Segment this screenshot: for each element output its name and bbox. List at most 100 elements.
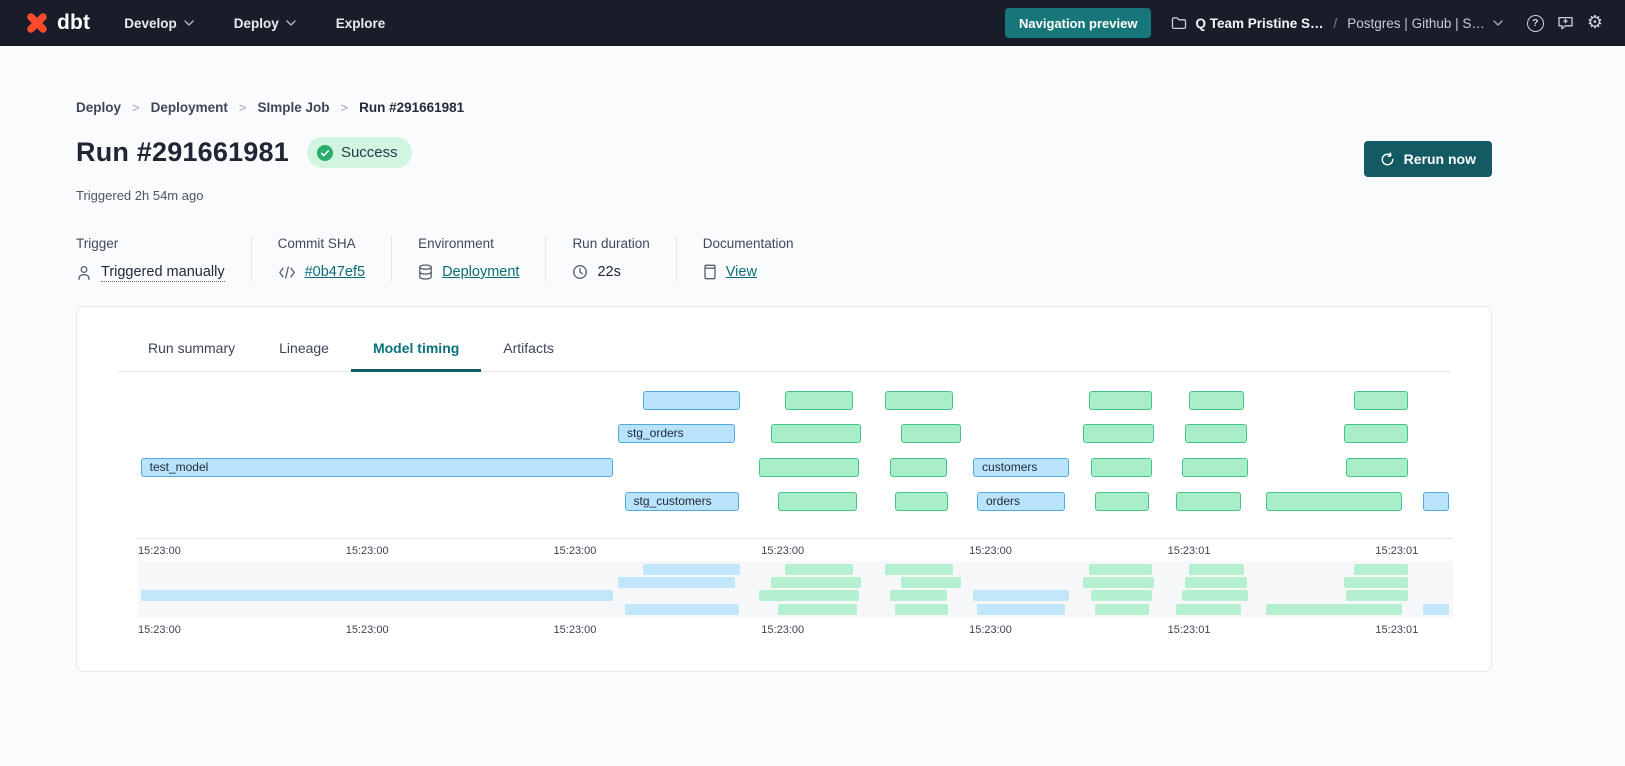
meta-value-commit-sha[interactable]: #0b47ef5 bbox=[305, 264, 365, 280]
gantt-bar[interactable] bbox=[1346, 458, 1408, 477]
gantt-bar[interactable] bbox=[778, 492, 857, 511]
meta-label: Environment bbox=[418, 236, 519, 251]
gantt-bar[interactable] bbox=[885, 391, 953, 410]
gantt-bar[interactable] bbox=[1083, 424, 1154, 443]
run-metadata-row: TriggerTriggered manuallyCommit SHA#0b47… bbox=[76, 236, 1492, 282]
gantt-bar[interactable] bbox=[1344, 424, 1408, 443]
gantt-bar[interactable] bbox=[1089, 391, 1152, 410]
minimap-bar bbox=[1089, 564, 1152, 575]
minimap-bar bbox=[1185, 577, 1247, 588]
tab-bar: Run summaryLineageModel timingArtifacts bbox=[118, 307, 1451, 372]
gantt-bar[interactable] bbox=[1091, 458, 1151, 477]
meta-value-row: #0b47ef5 bbox=[278, 264, 365, 280]
minimap-bar bbox=[141, 590, 613, 601]
breadcrumb-separator: > bbox=[239, 100, 247, 115]
topbar-left: dbt Develop Deploy Explore bbox=[24, 10, 385, 36]
axis-tick-label: 15:23:00 bbox=[554, 624, 597, 636]
minimap-bar bbox=[901, 577, 961, 588]
axis-tick-label: 15:23:01 bbox=[1375, 545, 1418, 557]
gantt-bar[interactable] bbox=[1176, 492, 1242, 511]
nav-item-develop[interactable]: Develop bbox=[124, 16, 194, 31]
gantt-bar-stg-customers[interactable]: stg_customers bbox=[625, 492, 739, 511]
gantt-bar-customers[interactable]: customers bbox=[973, 458, 1069, 477]
code-icon bbox=[278, 266, 296, 279]
meta-value-documentation[interactable]: View bbox=[726, 264, 757, 280]
nav-item-explore[interactable]: Explore bbox=[336, 16, 386, 31]
axis-tick-label: 15:23:00 bbox=[969, 624, 1012, 636]
gantt-bar[interactable] bbox=[1266, 492, 1401, 511]
project-switcher[interactable]: Q Team Pristine S… / Postgres | Github |… bbox=[1171, 16, 1502, 31]
settings-gear-icon[interactable]: ⚙ bbox=[1587, 14, 1603, 32]
meta-value-environment[interactable]: Deployment bbox=[442, 264, 519, 280]
status-badge-label: Success bbox=[341, 144, 398, 161]
gantt-bar[interactable] bbox=[1182, 458, 1248, 477]
gantt-bar[interactable] bbox=[1423, 492, 1449, 511]
chevron-down-icon bbox=[1493, 20, 1503, 26]
gantt-bar[interactable] bbox=[890, 458, 947, 477]
gantt-bar[interactable] bbox=[1185, 424, 1247, 443]
axis-tick-label: 15:23:00 bbox=[761, 624, 804, 636]
gantt-bar[interactable] bbox=[895, 492, 948, 511]
navigation-preview-button[interactable]: Navigation preview bbox=[1005, 8, 1151, 38]
gantt-bar[interactable] bbox=[785, 391, 853, 410]
gantt-bar[interactable] bbox=[901, 424, 961, 443]
minimap-bar bbox=[618, 577, 735, 588]
tab-artifacts[interactable]: Artifacts bbox=[481, 328, 576, 371]
tab-model-timing[interactable]: Model timing bbox=[351, 328, 481, 371]
minimap-bar bbox=[771, 577, 862, 588]
gantt-bar[interactable] bbox=[1354, 391, 1408, 410]
minimap-bar bbox=[977, 604, 1065, 615]
gantt-bar[interactable] bbox=[1095, 492, 1149, 511]
minimap-bar bbox=[643, 564, 740, 575]
tab-run-summary[interactable]: Run summary bbox=[126, 328, 257, 371]
minimap-bar bbox=[885, 564, 953, 575]
tab-lineage[interactable]: Lineage bbox=[257, 328, 351, 371]
dbt-logo-icon bbox=[24, 10, 50, 36]
minimap-bar bbox=[895, 604, 948, 615]
folder-icon bbox=[1171, 16, 1187, 30]
gantt-minimap[interactable] bbox=[138, 561, 1453, 618]
minimap-bar bbox=[1176, 604, 1242, 615]
title-left: Run #291661981 Success bbox=[76, 137, 412, 168]
axis-tick-label: 15:23:01 bbox=[1168, 545, 1211, 557]
gantt-bar[interactable] bbox=[771, 424, 862, 443]
gantt-bar[interactable] bbox=[759, 458, 859, 477]
axis-tick-label: 15:23:01 bbox=[1168, 624, 1211, 636]
meta-label: Commit SHA bbox=[278, 236, 365, 251]
axis-tick-label: 15:23:00 bbox=[761, 545, 804, 557]
meta-value-row: 22s bbox=[572, 264, 649, 280]
minimap-bar bbox=[1189, 564, 1244, 575]
nav-item-deploy[interactable]: Deploy bbox=[234, 16, 296, 31]
topbar-right: Navigation preview Q Team Pristine S… / … bbox=[1005, 8, 1603, 38]
path-separator: / bbox=[1332, 16, 1340, 31]
dbt-logo[interactable]: dbt bbox=[24, 10, 90, 36]
help-icon[interactable]: ? bbox=[1527, 15, 1544, 32]
rerun-now-button[interactable]: Rerun now bbox=[1364, 141, 1492, 177]
rerun-now-label: Rerun now bbox=[1404, 151, 1476, 167]
breadcrumb-item-simple-job[interactable]: SImple Job bbox=[257, 100, 329, 115]
gantt-bar[interactable] bbox=[1189, 391, 1244, 410]
gantt-bar-orders[interactable]: orders bbox=[977, 492, 1065, 511]
gantt-bar-stg-orders[interactable]: stg_orders bbox=[618, 424, 735, 443]
axis-tick-label: 15:23:00 bbox=[969, 545, 1012, 557]
meta-label: Documentation bbox=[703, 236, 794, 251]
gantt-bar-test-model[interactable]: test_model bbox=[141, 458, 613, 477]
axis-tick-label: 15:23:00 bbox=[138, 545, 181, 557]
nav-item-label: Develop bbox=[124, 16, 177, 31]
meta-documentation: Documentation View bbox=[676, 236, 820, 282]
header-icons: ? ⚙ bbox=[1527, 14, 1603, 32]
breadcrumb-item-deployment[interactable]: Deployment bbox=[151, 100, 228, 115]
axis-tick-label: 15:23:00 bbox=[554, 545, 597, 557]
axis-tick-label: 15:23:01 bbox=[1375, 624, 1418, 636]
minimap-bar bbox=[1266, 604, 1401, 615]
person-icon bbox=[76, 265, 92, 281]
gantt-bar[interactable] bbox=[643, 391, 740, 410]
minimap-bar bbox=[1182, 590, 1248, 601]
chevron-down-icon bbox=[286, 20, 296, 26]
meta-run-duration: Run duration22s bbox=[545, 236, 675, 282]
page-title: Run #291661981 bbox=[76, 137, 289, 168]
feedback-icon[interactable] bbox=[1557, 15, 1574, 31]
meta-commit-sha: Commit SHA #0b47ef5 bbox=[251, 236, 391, 282]
minimap-bar bbox=[778, 604, 857, 615]
breadcrumb-item-deploy[interactable]: Deploy bbox=[76, 100, 121, 115]
